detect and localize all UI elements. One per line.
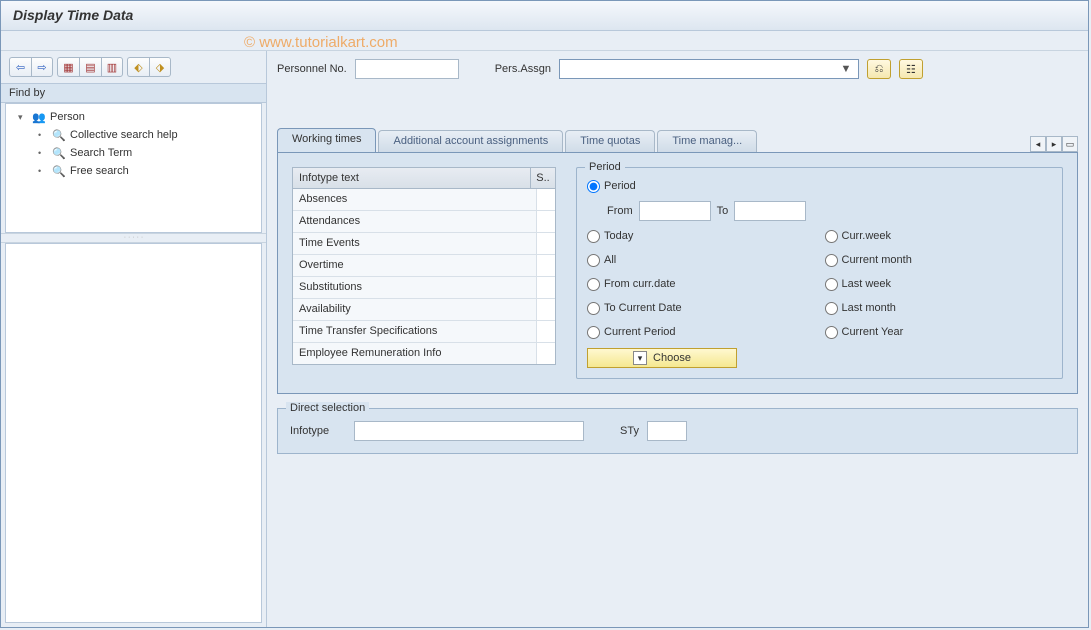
list-item: Availability: [293, 299, 555, 321]
list-item: Employee Remuneration Info: [293, 343, 555, 365]
personnel-no-input[interactable]: [355, 59, 459, 79]
binoculars-icon: 🔍: [52, 128, 66, 142]
org-structure-button[interactable]: ⎌: [867, 59, 891, 79]
tab-scroll-right-button[interactable]: ▸: [1046, 136, 1062, 152]
tab-content: Infotype text S.. Absences Attendances T…: [277, 153, 1078, 394]
pers-assgn-dropdown[interactable]: ▼: [559, 59, 859, 79]
tree-item-search-term[interactable]: • 🔍 Search Term: [10, 144, 257, 162]
tree-item-person[interactable]: ▾ 👥 Person: [10, 108, 257, 126]
list-item: Substitutions: [293, 277, 555, 299]
to-input[interactable]: [734, 201, 806, 221]
tree-label: Person: [50, 111, 85, 123]
layout-button-3[interactable]: [101, 57, 123, 77]
period-fieldset: Period Period From To Today: [576, 167, 1063, 379]
radio-from-curr-date[interactable]: [587, 278, 600, 291]
layout-button-1[interactable]: [57, 57, 79, 77]
radio-current-month[interactable]: [825, 254, 838, 267]
infotype-input[interactable]: [354, 421, 584, 441]
tab-strip-controls: ◂ ▸ ▭: [1030, 136, 1078, 152]
left-bottom-panel: [5, 243, 262, 623]
choose-icon: ▾: [633, 351, 647, 365]
direct-selection-fieldset: Direct selection Infotype STy: [277, 408, 1078, 454]
radio-period-label: Period: [604, 180, 636, 192]
to-label: To: [717, 205, 729, 217]
right-panel: Personnel No. Pers.Assgn ▼ ⎌ ☷ Working t…: [267, 51, 1088, 627]
list-item: Time Events: [293, 233, 555, 255]
tree-label: Free search: [70, 165, 129, 177]
list-item: Overtime: [293, 255, 555, 277]
binoculars-icon: 🔍: [52, 164, 66, 178]
panel-splitter[interactable]: · · · · ·: [1, 233, 266, 243]
radio-all[interactable]: [587, 254, 600, 267]
radio-current-year[interactable]: [825, 326, 838, 339]
personnel-no-label: Personnel No.: [277, 63, 347, 75]
radio-curr-week[interactable]: [825, 230, 838, 243]
list-item: Time Transfer Specifications: [293, 321, 555, 343]
tree-label: Collective search help: [70, 129, 178, 141]
infotype-label: Infotype: [290, 425, 346, 437]
infotype-header-text[interactable]: Infotype text: [293, 168, 531, 188]
sty-label: STy: [620, 425, 639, 437]
assignment-button[interactable]: ☷: [899, 59, 923, 79]
tab-time-manag[interactable]: Time manag...: [657, 130, 757, 152]
tree-expand-icon: ▾: [18, 112, 28, 123]
radio-to-current-date[interactable]: [587, 302, 600, 315]
nav-back-button[interactable]: [9, 57, 31, 77]
tab-list-button[interactable]: ▭: [1062, 136, 1078, 152]
tab-strip: Working times Additional account assignm…: [277, 129, 1078, 153]
toolbar-divider: [1, 31, 1088, 51]
choose-button[interactable]: ▾ Choose: [587, 348, 737, 368]
list-item: Attendances: [293, 211, 555, 233]
infotype-header: Infotype text S..: [292, 167, 556, 189]
dropdown-arrow-icon: ▼: [838, 63, 854, 75]
tree-item-collective-search[interactable]: • 🔍 Collective search help: [10, 126, 257, 144]
nav-forward-button[interactable]: [31, 57, 53, 77]
radio-today[interactable]: [587, 230, 600, 243]
radio-period[interactable]: [587, 180, 600, 193]
tab-time-quotas[interactable]: Time quotas: [565, 130, 655, 152]
collapse-button[interactable]: [127, 57, 149, 77]
find-by-header: Find by: [1, 83, 266, 103]
binoculars-icon: 🔍: [52, 146, 66, 160]
tab-working-times[interactable]: Working times: [277, 128, 376, 152]
from-input[interactable]: [639, 201, 711, 221]
radio-current-period[interactable]: [587, 326, 600, 339]
infotype-header-s[interactable]: S..: [531, 168, 555, 188]
sty-input[interactable]: [647, 421, 687, 441]
direct-selection-legend: Direct selection: [286, 402, 369, 414]
tree-item-free-search[interactable]: • 🔍 Free search: [10, 162, 257, 180]
infotype-list[interactable]: Absences Attendances Time Events Overtim…: [292, 189, 556, 365]
list-item: Absences: [293, 189, 555, 211]
radio-last-month[interactable]: [825, 302, 838, 315]
period-legend: Period: [585, 161, 625, 173]
expand-button[interactable]: [149, 57, 171, 77]
header-row: Personnel No. Pers.Assgn ▼ ⎌ ☷: [277, 59, 1078, 79]
tab-scroll-left-button[interactable]: ◂: [1030, 136, 1046, 152]
left-toolbar: [1, 51, 266, 83]
person-icon: 👥: [32, 110, 46, 124]
pers-assgn-label: Pers.Assgn: [495, 63, 551, 75]
layout-button-2[interactable]: [79, 57, 101, 77]
page-title: Display Time Data: [1, 1, 1088, 31]
tree-panel: ▾ 👥 Person • 🔍 Collective search help • …: [5, 103, 262, 233]
infotype-box: Infotype text S.. Absences Attendances T…: [292, 167, 556, 379]
tree-label: Search Term: [70, 147, 132, 159]
left-panel: Find by ▾ 👥 Person • 🔍 Collective search…: [1, 51, 267, 627]
radio-last-week[interactable]: [825, 278, 838, 291]
tab-additional-assignments[interactable]: Additional account assignments: [378, 130, 563, 152]
from-label: From: [607, 205, 633, 217]
